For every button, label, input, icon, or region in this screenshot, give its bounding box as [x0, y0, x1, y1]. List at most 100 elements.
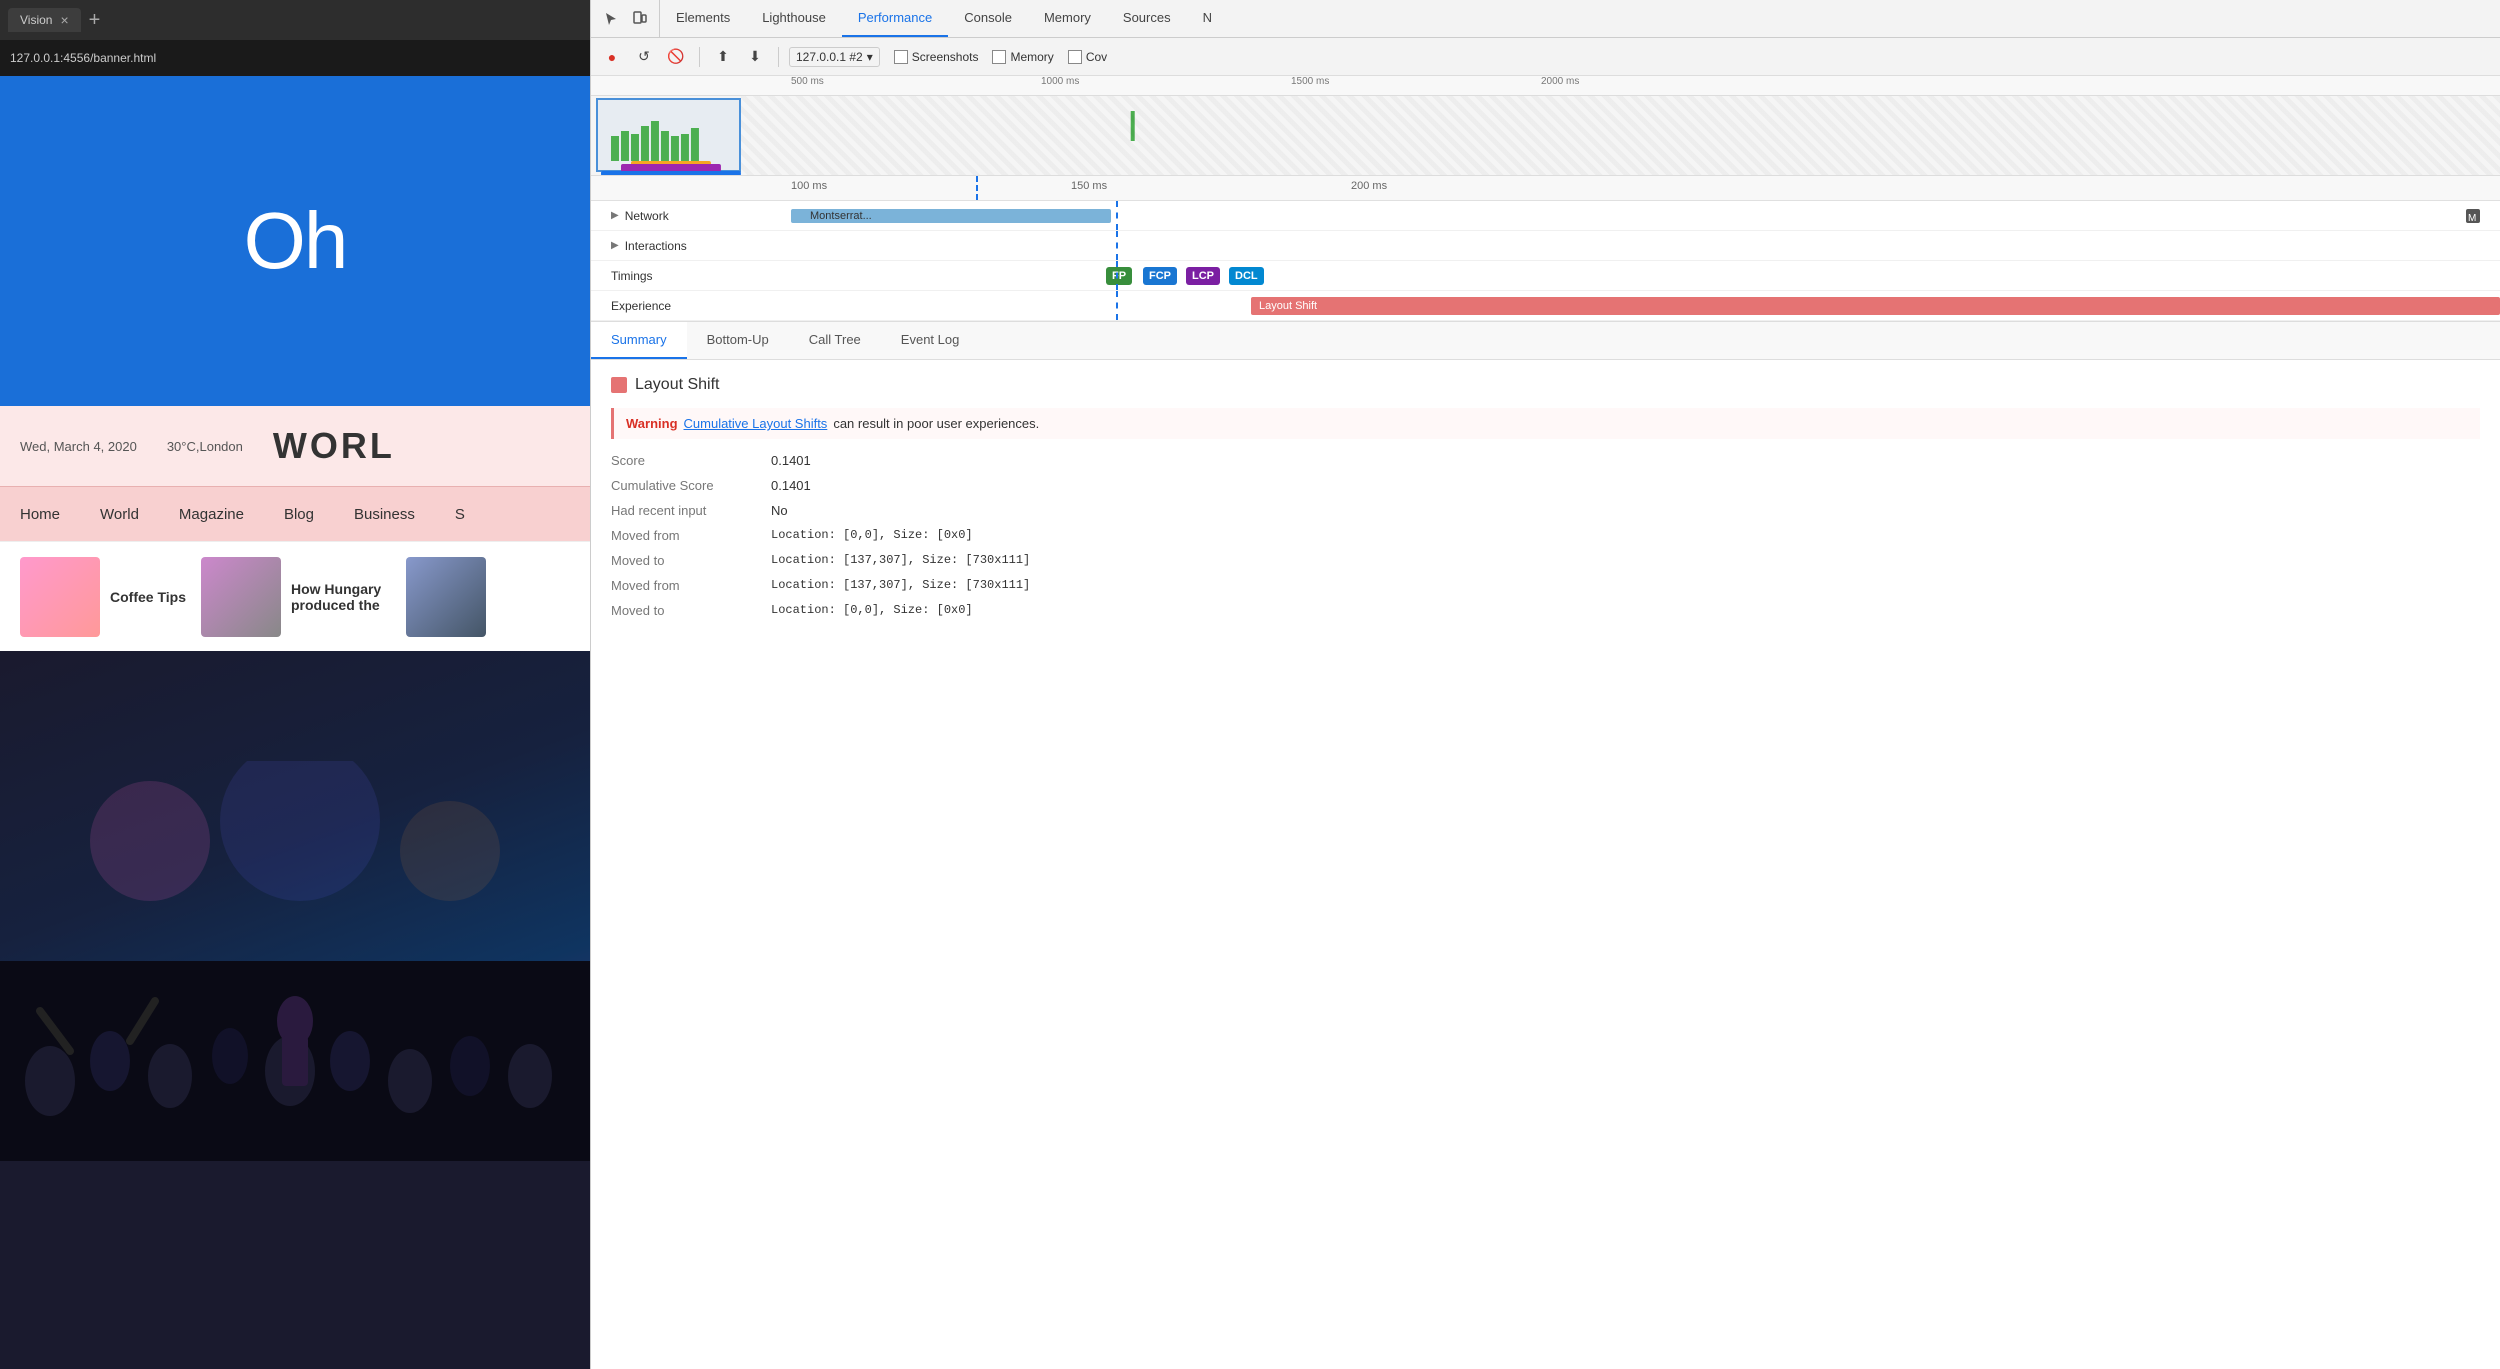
record-button[interactable]: ●: [599, 44, 625, 70]
divider-1: [699, 47, 700, 67]
network-row: ▶ Network Montserrat... M: [591, 201, 2500, 231]
tab-more[interactable]: N: [1187, 0, 1228, 37]
inactive-area: [741, 96, 2500, 176]
browser-tab[interactable]: Vision ×: [8, 8, 81, 32]
interactions-expand-icon[interactable]: ▶: [611, 240, 619, 251]
coverage-label-text: Cov: [1086, 50, 1107, 64]
interactions-row: ▶ Interactions: [591, 231, 2500, 261]
article-card-1[interactable]: Coffee Tips: [20, 557, 186, 637]
article-image-1: [20, 557, 100, 637]
timeline-mini-chart[interactable]: [591, 96, 2500, 176]
nav-blog[interactable]: Blog: [284, 506, 314, 523]
toolbar-icons: [591, 0, 660, 37]
network-bar-2[interactable]: M: [2466, 209, 2480, 223]
nav-business[interactable]: Business: [354, 506, 415, 523]
timeline-detail: 100 ms 150 ms 200 ms ▶ Network Montserra…: [591, 176, 2500, 322]
cumulative-score-value: 0.1401: [771, 478, 811, 493]
moved-from-2-key: Moved from: [611, 578, 771, 593]
lcp-chip[interactable]: LCP: [1186, 267, 1220, 285]
nav-more[interactable]: S: [455, 506, 465, 523]
reload-button[interactable]: ↺: [631, 44, 657, 70]
device-icon[interactable]: [627, 7, 651, 31]
download-button[interactable]: ⬇: [742, 44, 768, 70]
detail-tick-100ms: 100 ms: [791, 180, 827, 192]
devtools-panel: Elements Lighthouse Performance Console …: [590, 0, 2500, 1369]
detail-ruler: 100 ms 150 ms 200 ms: [591, 176, 2500, 201]
news-weather: 30°C,London: [167, 439, 243, 454]
layout-shift-icon: [611, 377, 627, 393]
moved-from-1-key: Moved from: [611, 528, 771, 543]
experience-row: Experience Layout Shift: [591, 291, 2500, 321]
moved-from-1-value: Location: [0,0], Size: [0x0]: [771, 528, 973, 543]
cursor-line-timings: [1116, 261, 1118, 290]
fcp-chip[interactable]: FCP: [1143, 267, 1177, 285]
coverage-checkbox[interactable]: [1068, 50, 1082, 64]
detail-tick-150ms: 150 ms: [1071, 180, 1107, 192]
screenshots-checkbox[interactable]: [894, 50, 908, 64]
bottom-tabs: Summary Bottom-Up Call Tree Event Log: [591, 322, 2500, 360]
cursor-icon[interactable]: [599, 7, 623, 31]
overview-ruler: 500 ms 1000 ms 1500 ms 2000 ms: [591, 76, 2500, 96]
tab-bottom-up[interactable]: Bottom-Up: [687, 322, 789, 359]
article-card-3: [406, 557, 486, 637]
nav-magazine[interactable]: Magazine: [179, 506, 244, 523]
divider-2: [778, 47, 779, 67]
ruler-2000ms: 2000 ms: [1541, 76, 1579, 87]
cursor-line-interactions: [1116, 231, 1118, 260]
screenshots-label-text: Screenshots: [912, 50, 979, 64]
interactions-row-label: ▶ Interactions: [591, 239, 731, 253]
warning-link[interactable]: Cumulative Layout Shifts: [684, 416, 828, 431]
tab-lighthouse[interactable]: Lighthouse: [746, 0, 842, 37]
browser-panel: Vision × + 127.0.0.1:4556/banner.html Oh…: [0, 0, 590, 1369]
banner-area: Oh: [0, 76, 590, 406]
warning-box: Warning Cumulative Layout Shifts can res…: [611, 408, 2480, 439]
news-header: Wed, March 4, 2020 30°C,London WORL: [0, 406, 590, 486]
recent-input-value: No: [771, 503, 788, 518]
coverage-checkbox-label[interactable]: Cov: [1068, 50, 1107, 64]
screenshots-checkbox-label[interactable]: Screenshots: [894, 50, 979, 64]
dcl-chip[interactable]: DCL: [1229, 267, 1264, 285]
article-image-2: [201, 557, 281, 637]
tab-call-tree[interactable]: Call Tree: [789, 322, 881, 359]
recent-input-row: Had recent input No: [611, 503, 2480, 518]
tab-performance[interactable]: Performance: [842, 0, 948, 37]
experience-row-content: Layout Shift: [731, 291, 2500, 320]
tab-sources[interactable]: Sources: [1107, 0, 1187, 37]
tab-event-log[interactable]: Event Log: [881, 322, 980, 359]
timings-row-content: FP FCP LCP DCL: [731, 261, 2500, 290]
score-value: 0.1401: [771, 453, 811, 468]
ruler-1500ms: 1500 ms: [1291, 76, 1329, 87]
profile-dropdown[interactable]: 127.0.0.1 #2 ▾: [789, 47, 880, 67]
banner-text: Oh: [244, 195, 347, 287]
tab-elements[interactable]: Elements: [660, 0, 746, 37]
news-title: WORL: [273, 425, 395, 467]
new-tab-button[interactable]: +: [89, 9, 101, 32]
clear-button[interactable]: 🚫: [663, 44, 689, 70]
tab-console[interactable]: Console: [948, 0, 1028, 37]
score-key: Score: [611, 453, 771, 468]
nav-home[interactable]: Home: [20, 506, 60, 523]
network-expand-icon[interactable]: ▶: [611, 210, 619, 221]
detail-tick-200ms: 200 ms: [1351, 180, 1387, 192]
upload-button[interactable]: ⬆: [710, 44, 736, 70]
experience-row-label: Experience: [591, 299, 731, 313]
layout-shift-bar-label: Layout Shift: [1259, 300, 1317, 312]
article-card-2[interactable]: How Hungary produced the: [201, 557, 391, 637]
fp-chip[interactable]: FP: [1106, 267, 1132, 285]
nav-world[interactable]: World: [100, 506, 139, 523]
recent-input-key: Had recent input: [611, 503, 771, 518]
moved-from-2-row: Moved from Location: [137,307], Size: [7…: [611, 578, 2480, 593]
cursor-line: [976, 176, 978, 200]
concert-area: [0, 651, 590, 1161]
tab-close-icon[interactable]: ×: [60, 12, 68, 28]
memory-checkbox-label[interactable]: Memory: [992, 50, 1053, 64]
layout-shift-bar[interactable]: Layout Shift: [1251, 297, 2500, 315]
ruler-1000ms: 1000 ms: [1041, 76, 1079, 87]
timeline-overview[interactable]: 500 ms 1000 ms 1500 ms 2000 ms: [591, 76, 2500, 176]
tab-summary[interactable]: Summary: [591, 322, 687, 359]
memory-checkbox[interactable]: [992, 50, 1006, 64]
interactions-label-text: Interactions: [625, 239, 687, 253]
tab-memory[interactable]: Memory: [1028, 0, 1107, 37]
warning-text: can result in poor user experiences.: [833, 416, 1039, 431]
interactions-row-content: [731, 231, 2500, 260]
